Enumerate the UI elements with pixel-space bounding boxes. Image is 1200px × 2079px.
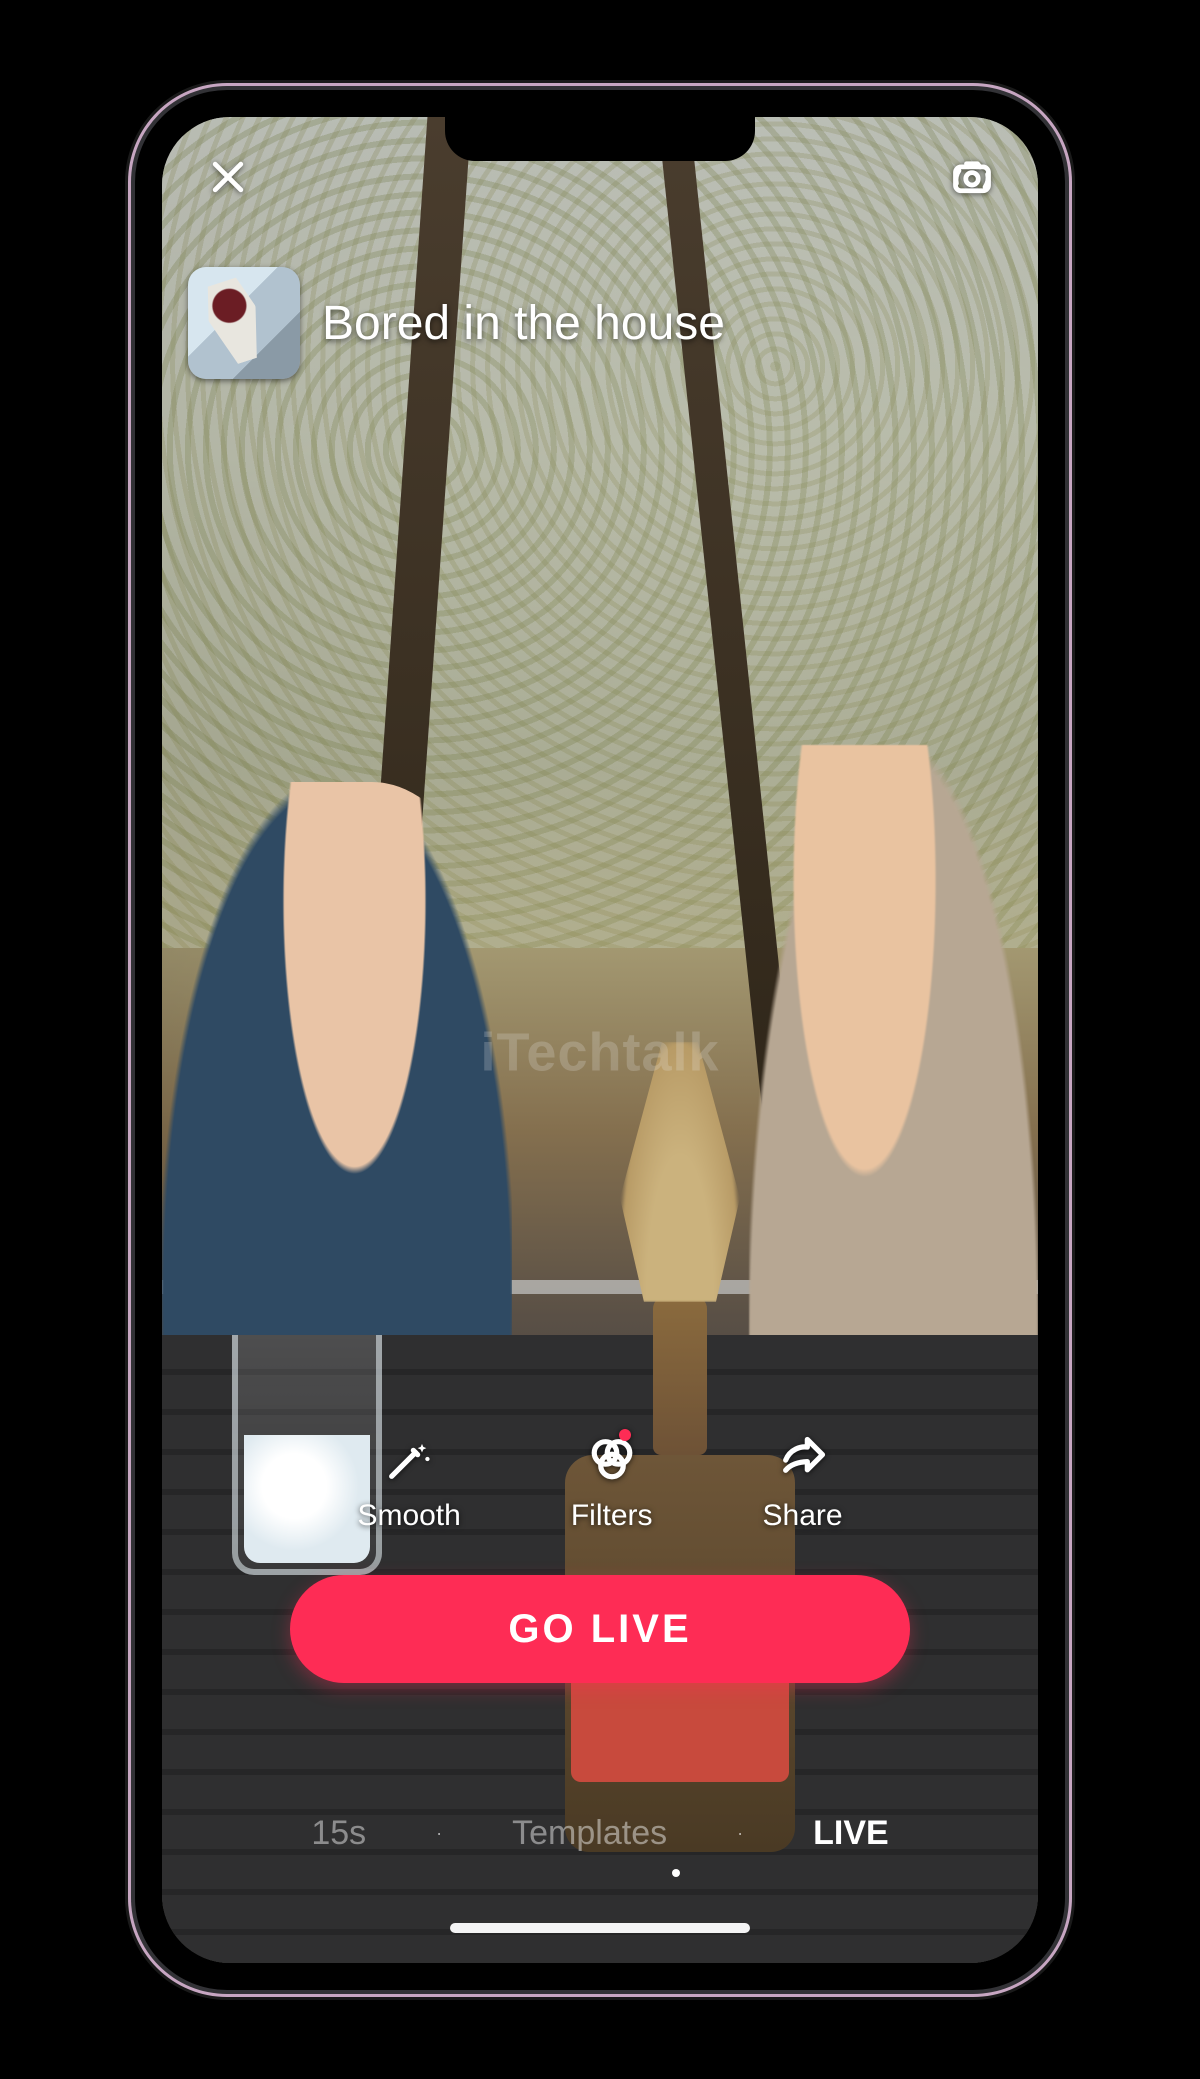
mode-tab-templates[interactable]: Templates xyxy=(512,1814,667,1853)
tool-label: Smooth xyxy=(357,1499,460,1533)
page-root: iTechtalk xyxy=(0,0,1200,2079)
flip-camera-icon xyxy=(950,155,994,199)
filters-badge-dot xyxy=(619,1429,631,1441)
mode-tabs[interactable]: 15s · Templates · LIVE xyxy=(162,1814,1038,1853)
close-icon xyxy=(206,155,250,199)
mode-tab-15s[interactable]: 15s xyxy=(311,1814,366,1853)
home-indicator[interactable] xyxy=(450,1923,750,1933)
filters-button[interactable]: Filters xyxy=(571,1433,653,1533)
top-bar xyxy=(162,127,1038,227)
live-cover-thumbnail[interactable] xyxy=(188,267,300,379)
mode-separator: · xyxy=(737,1823,743,1844)
share-icon xyxy=(777,1433,829,1485)
close-button[interactable] xyxy=(196,145,260,209)
tool-label: Share xyxy=(763,1499,843,1533)
ui-overlay: Bored in the house Smooth xyxy=(162,117,1038,1963)
tool-label: Filters xyxy=(571,1499,653,1533)
flip-camera-button[interactable] xyxy=(940,145,1004,209)
filters-icon xyxy=(586,1433,638,1485)
live-title: Bored in the house xyxy=(322,296,725,351)
phone-frame: iTechtalk xyxy=(135,90,1065,1990)
smooth-button[interactable]: Smooth xyxy=(357,1433,460,1533)
mode-active-indicator xyxy=(672,1869,680,1877)
mode-separator: · xyxy=(436,1823,442,1844)
share-button[interactable]: Share xyxy=(763,1433,843,1533)
screen: iTechtalk xyxy=(162,117,1038,1963)
magic-wand-icon xyxy=(383,1433,435,1485)
live-title-row[interactable]: Bored in the house xyxy=(188,267,725,379)
tool-row: Smooth Filters Share xyxy=(162,1433,1038,1533)
mode-tab-live[interactable]: LIVE xyxy=(813,1814,889,1853)
go-live-button[interactable]: GO LIVE xyxy=(290,1575,910,1683)
